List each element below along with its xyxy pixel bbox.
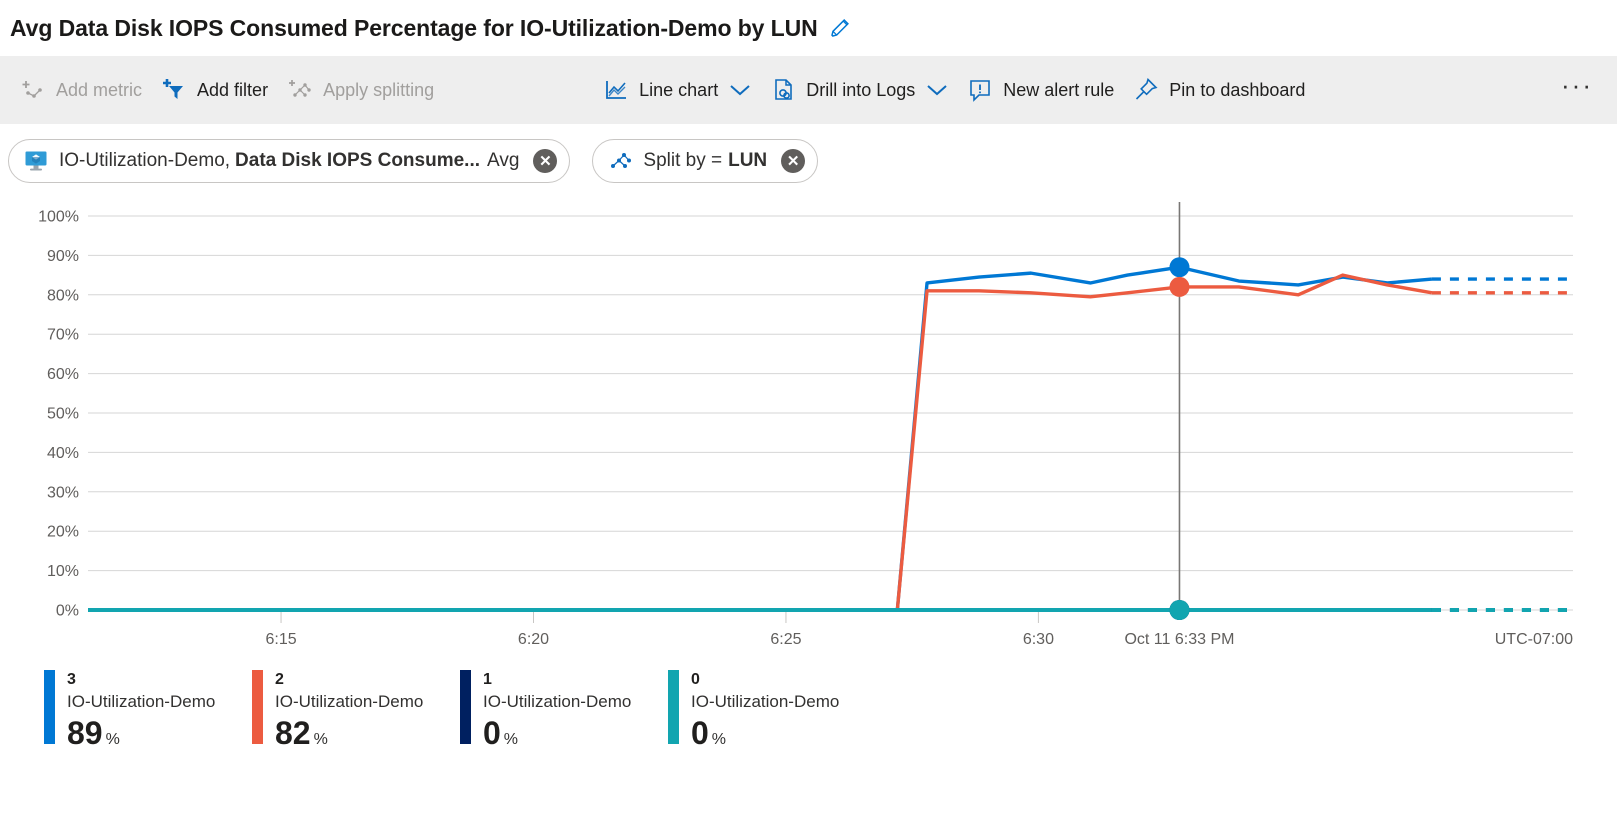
chevron-down-icon[interactable] xyxy=(729,83,751,97)
y-axis-tick-label: 50% xyxy=(47,406,79,423)
y-axis-tick-label: 40% xyxy=(47,445,79,462)
legend-color-swatch xyxy=(44,670,55,744)
legend-series-key: 3 xyxy=(67,671,76,688)
metric-chip-resource: IO-Utilization-Demo, xyxy=(59,150,231,171)
drill-into-logs-icon xyxy=(769,76,797,104)
y-axis-tick-label: 20% xyxy=(47,524,79,541)
drill-into-logs-button[interactable]: Drill into Logs xyxy=(760,68,957,112)
legend-series-key: 2 xyxy=(275,671,284,688)
legend-item-3[interactable]: 3 IO-Utilization-Demo 89% xyxy=(44,670,252,758)
legend-item-2[interactable]: 2 IO-Utilization-Demo 82% xyxy=(252,670,460,758)
y-axis-tick-label: 80% xyxy=(47,287,79,304)
add-filter-icon xyxy=(160,76,188,104)
series-line-2[interactable] xyxy=(88,273,1433,612)
add-metric-button[interactable]: Add metric xyxy=(10,68,151,112)
split-by-chip-value: LUN xyxy=(728,150,768,171)
legend-item-1[interactable]: 1 IO-Utilization-Demo 0% xyxy=(460,670,668,758)
new-alert-rule-icon xyxy=(966,76,994,104)
page-title: Avg Data Disk IOPS Consumed Percentage f… xyxy=(10,14,818,41)
y-axis-tick-label: 90% xyxy=(47,248,79,265)
apply-splitting-button[interactable]: Apply splitting xyxy=(277,68,443,112)
chevron-down-icon[interactable] xyxy=(926,83,948,97)
crosshair-marker-3[interactable] xyxy=(1169,257,1190,278)
legend-series-resource: IO-Utilization-Demo xyxy=(67,692,216,711)
virtual-machine-icon xyxy=(23,148,49,174)
legend-series-value: 0% xyxy=(483,715,519,751)
legend-series-key: 1 xyxy=(483,671,492,688)
add-filter-label: Add filter xyxy=(197,79,269,100)
legend-series-resource: IO-Utilization-Demo xyxy=(691,692,840,711)
series-line-3[interactable] xyxy=(88,265,1433,612)
legend-series-resource: IO-Utilization-Demo xyxy=(483,692,632,711)
metric-chip-close-icon[interactable]: ✕ xyxy=(533,149,558,173)
chart-legend: 3 IO-Utilization-Demo 89% 2 IO-Utilization-D… xyxy=(0,670,1617,758)
y-axis-tick-label: 0% xyxy=(56,603,79,620)
add-filter-button[interactable]: Add filter xyxy=(151,68,277,112)
crosshair-marker-0[interactable] xyxy=(1169,600,1190,620)
legend-series-resource: IO-Utilization-Demo xyxy=(275,692,424,711)
x-axis-tick-label: 6:25 xyxy=(770,631,801,648)
line-chart-icon xyxy=(602,76,630,104)
pin-to-dashboard-button[interactable]: Pin to dashboard xyxy=(1123,68,1314,112)
legend-series-value: 0% xyxy=(691,715,727,751)
chart-type-button[interactable]: Line chart xyxy=(593,68,760,112)
legend-color-swatch xyxy=(668,670,679,744)
drill-into-logs-label: Drill into Logs xyxy=(806,79,916,100)
legend-color-swatch xyxy=(460,670,471,744)
timezone-label: UTC-07:00 xyxy=(1495,631,1573,648)
new-alert-rule-button[interactable]: New alert rule xyxy=(957,68,1123,112)
pin-to-dashboard-label: Pin to dashboard xyxy=(1169,79,1306,100)
metric-chip-metric: Data Disk IOPS Consume... xyxy=(235,150,481,171)
crosshair-marker-2[interactable] xyxy=(1169,276,1190,297)
legend-series-unit: % xyxy=(711,731,727,748)
chart-canvas[interactable]: 100% 90% 80% 70% 60% 50% 40% 30% 20% 10% 0% 6:15 6:2… xyxy=(0,198,1617,668)
splitting-icon xyxy=(607,148,633,174)
add-metric-label: Add metric xyxy=(56,79,143,100)
crosshair-timestamp-label: Oct 11 6:33 PM xyxy=(1124,631,1234,648)
legend-series-key: 0 xyxy=(691,671,700,688)
split-by-chip[interactable]: Split by = LUN ✕ xyxy=(592,139,819,183)
legend-series-unit: % xyxy=(105,731,120,748)
pin-icon xyxy=(1132,76,1160,104)
split-by-chip-prefix: Split by = xyxy=(643,150,723,171)
y-axis-tick-label: 10% xyxy=(47,563,79,580)
split-by-chip-close-icon[interactable]: ✕ xyxy=(781,149,806,173)
metrics-chart[interactable]: 100% 90% 80% 70% 60% 50% 40% 30% 20% 10% 0% 6:15 6:2… xyxy=(0,198,1617,668)
title-bar: Avg Data Disk IOPS Consumed Percentage f… xyxy=(0,0,1617,56)
more-commands-button[interactable]: ··· xyxy=(1551,72,1603,101)
y-axis-tick-label: 30% xyxy=(47,484,79,501)
legend-item-0[interactable]: 0 IO-Utilization-Demo 0% xyxy=(668,670,876,758)
legend-series-unit: % xyxy=(503,731,519,748)
legend-color-swatch xyxy=(252,670,263,744)
metric-chip-aggregation: Avg xyxy=(487,150,520,171)
apply-splitting-label: Apply splitting xyxy=(323,79,435,100)
y-axis-tick-label: 70% xyxy=(47,327,79,344)
command-bar: Add metric Add filter Apply splitting Li… xyxy=(0,56,1617,124)
filter-chips-row: IO-Utilization-Demo, Data Disk IOPS Cons… xyxy=(0,124,1617,198)
y-axis-tick-label: 60% xyxy=(47,366,79,383)
chart-type-label: Line chart xyxy=(639,79,719,100)
pencil-icon[interactable] xyxy=(828,16,852,40)
x-axis-tick-label: 6:15 xyxy=(265,631,296,648)
x-axis-tick-label: 6:30 xyxy=(1023,631,1054,648)
legend-series-value: 89% xyxy=(67,715,120,751)
new-alert-rule-label: New alert rule xyxy=(1003,79,1115,100)
metric-chip[interactable]: IO-Utilization-Demo, Data Disk IOPS Cons… xyxy=(8,139,571,183)
legend-series-unit: % xyxy=(313,731,328,748)
x-axis-tick-label: 6:20 xyxy=(518,631,549,648)
add-metric-icon xyxy=(19,76,47,104)
legend-series-value: 82% xyxy=(275,715,328,751)
y-axis-tick-label: 100% xyxy=(38,209,79,226)
apply-splitting-icon xyxy=(286,76,314,104)
